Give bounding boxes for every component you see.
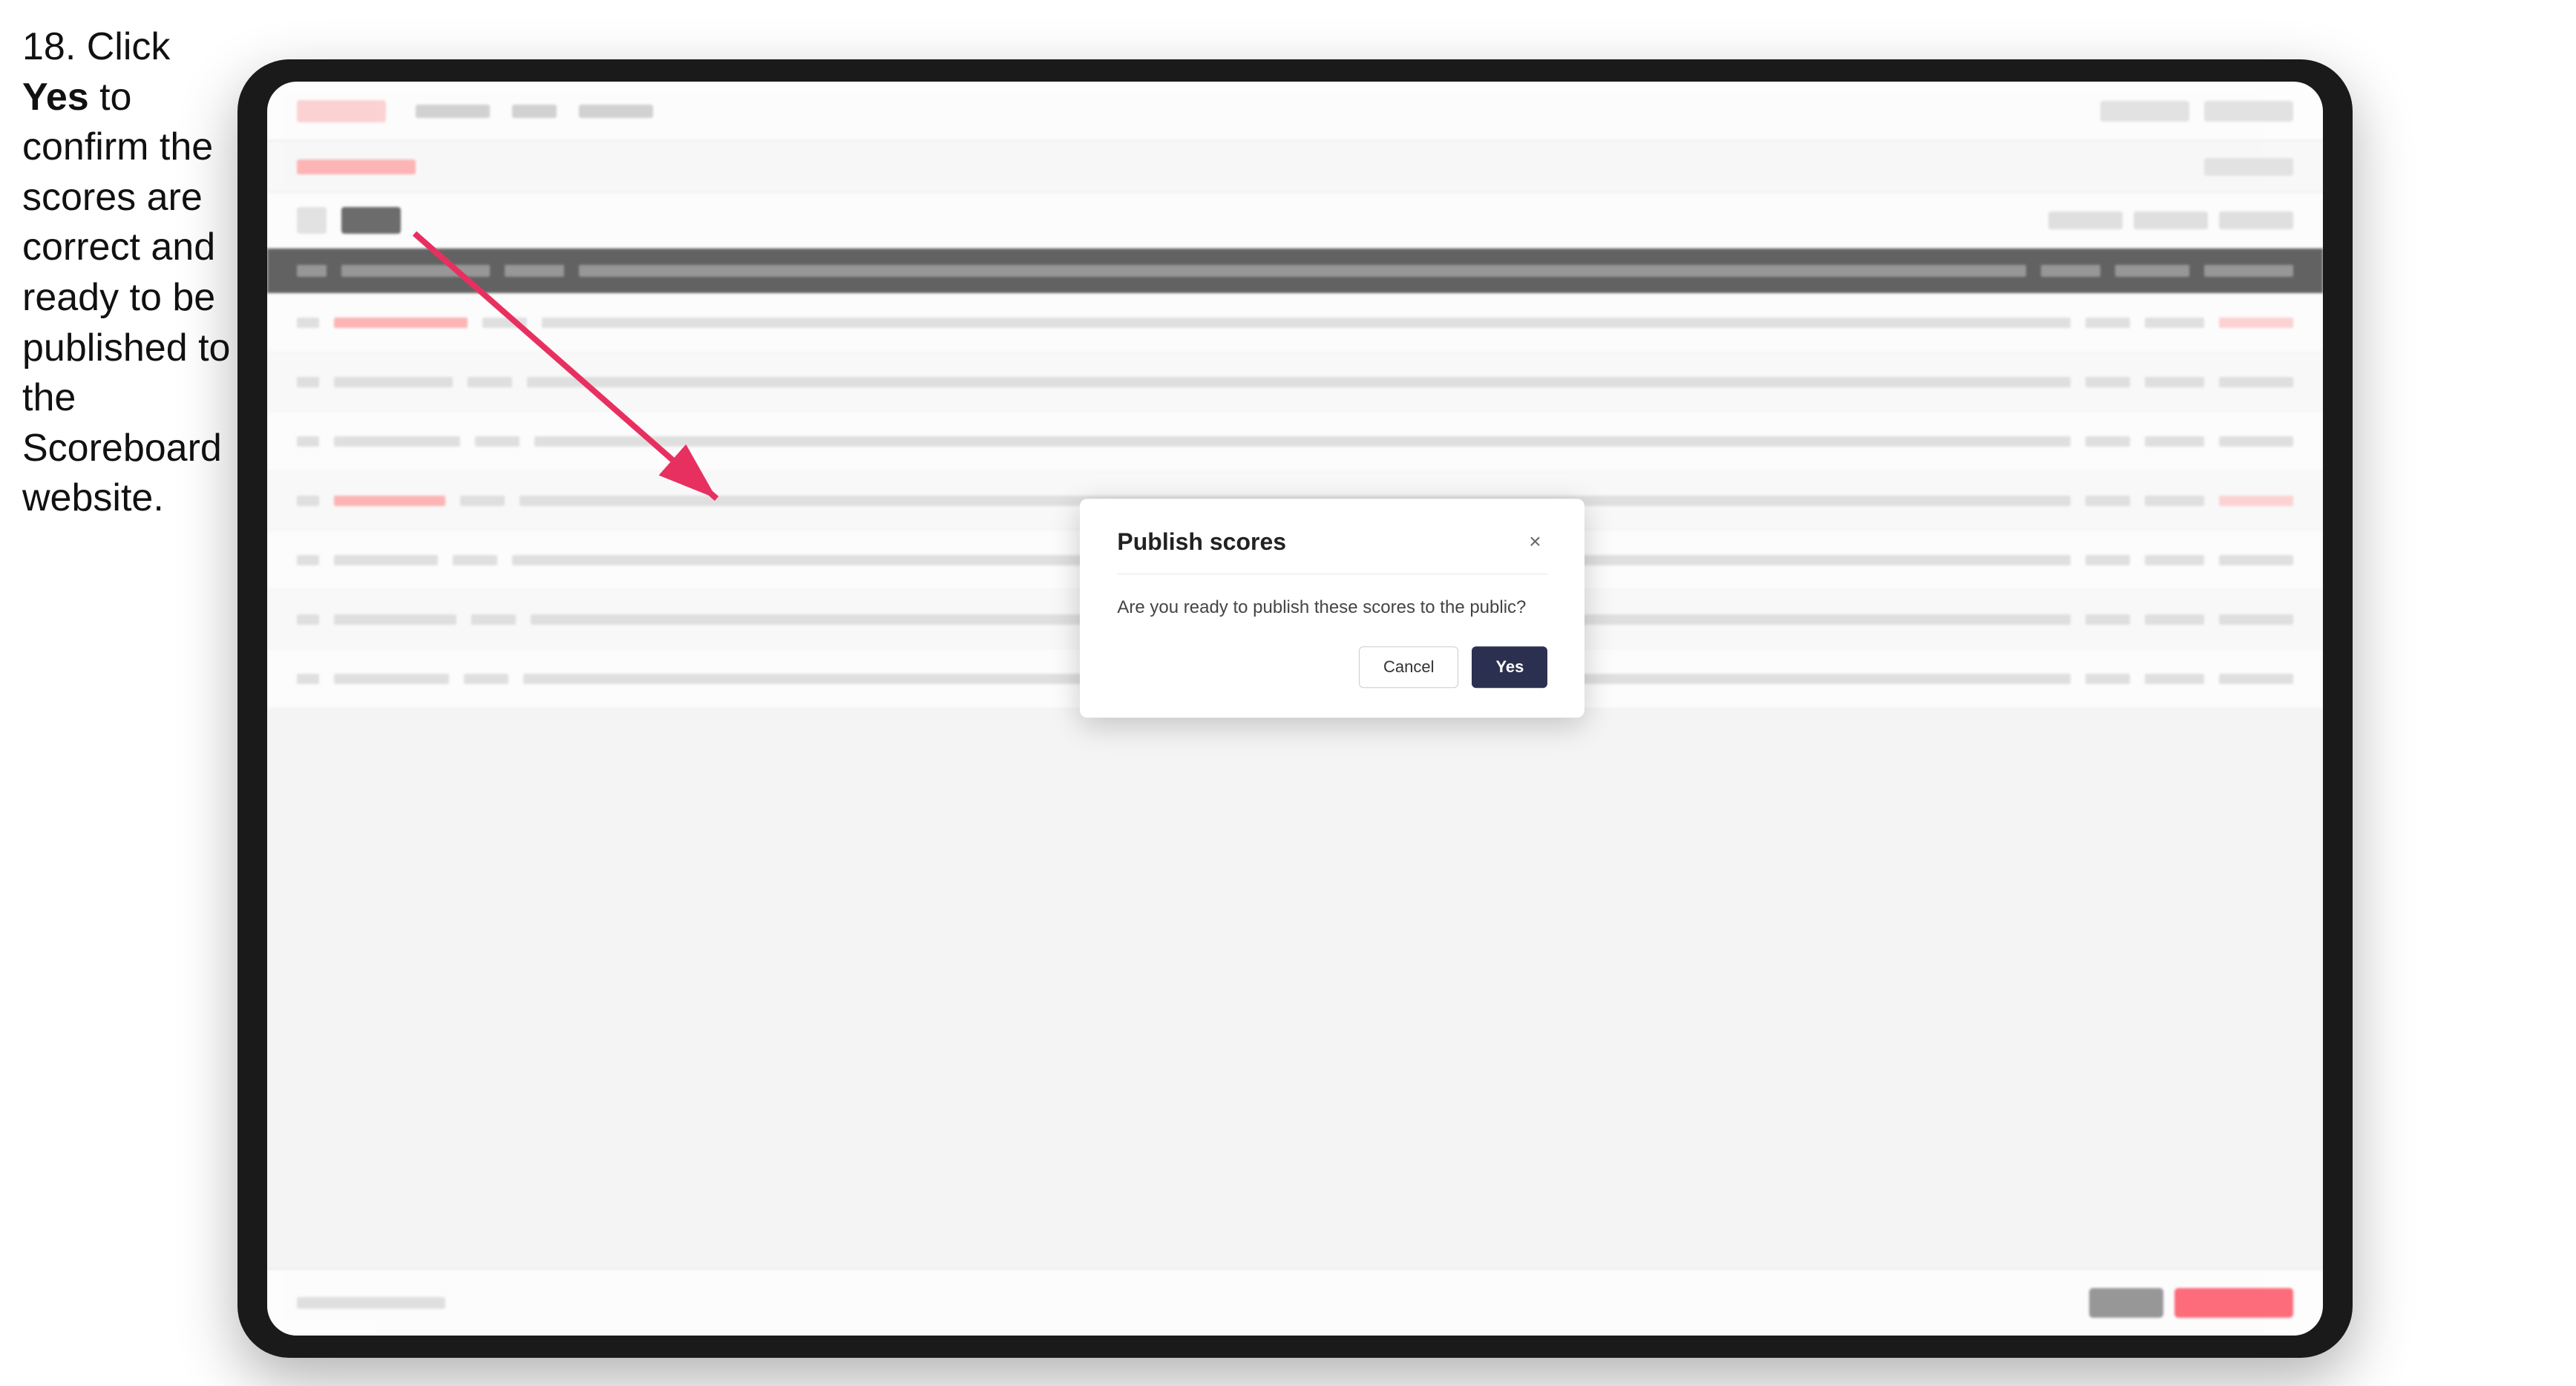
nav-item-1 xyxy=(416,105,490,118)
app-logo xyxy=(297,100,386,122)
dialog-title: Publish scores xyxy=(1117,528,1286,556)
step-number: 18. xyxy=(22,25,76,68)
instruction-suffix: to confirm the scores are correct and re… xyxy=(22,76,230,520)
tablet-screen: Publish scores × Are you ready to publis… xyxy=(267,82,2323,1336)
table-row xyxy=(267,352,2323,412)
publish-scores-dialog: Publish scores × Are you ready to publis… xyxy=(1080,499,1584,718)
header-btn-1 xyxy=(2100,101,2189,122)
th-col-7 xyxy=(2204,265,2293,277)
bottom-text xyxy=(297,1297,445,1309)
filter-right-2 xyxy=(2134,211,2208,229)
th-col-5 xyxy=(2041,265,2100,277)
th-col-2 xyxy=(341,265,490,277)
table-row xyxy=(267,412,2323,471)
bottom-bar xyxy=(267,1269,2323,1336)
table-row xyxy=(267,293,2323,352)
filter-btn-1 xyxy=(297,207,327,234)
sub-header-text xyxy=(297,160,416,174)
header-btn-2 xyxy=(2204,101,2293,122)
th-col-4 xyxy=(579,265,2026,277)
app-nav xyxy=(416,105,653,118)
th-col-6 xyxy=(2115,265,2189,277)
bottom-btn-primary xyxy=(2174,1288,2293,1318)
table-header xyxy=(267,249,2323,293)
bottom-right xyxy=(2089,1288,2293,1318)
filter-row xyxy=(267,193,2323,249)
nav-item-2 xyxy=(512,105,557,118)
filter-right-1 xyxy=(2048,211,2123,229)
th-col-1 xyxy=(297,265,327,277)
filter-right-3 xyxy=(2219,211,2293,229)
dialog-body: Are you ready to publish these scores to… xyxy=(1117,595,1547,620)
filter-btn-active xyxy=(341,207,401,234)
header-right xyxy=(2100,101,2293,122)
yes-button[interactable]: Yes xyxy=(1472,647,1547,689)
sub-header-right xyxy=(2204,158,2293,176)
filter-right xyxy=(2048,211,2293,229)
app-header xyxy=(267,82,2323,141)
nav-item-3 xyxy=(579,105,653,118)
bottom-btn-1 xyxy=(2089,1288,2163,1318)
instruction-text: 18. Click Yes to confirm the scores are … xyxy=(22,22,237,524)
th-col-3 xyxy=(505,265,564,277)
instruction-prefix: Click xyxy=(87,25,171,68)
dialog-header: Publish scores × xyxy=(1117,528,1547,556)
close-icon[interactable]: × xyxy=(1522,530,1547,555)
sub-header xyxy=(267,141,2323,193)
tablet-frame: Publish scores × Are you ready to publis… xyxy=(237,59,2353,1358)
dialog-footer: Cancel Yes xyxy=(1117,647,1547,689)
cancel-button[interactable]: Cancel xyxy=(1359,647,1458,689)
yes-emphasis: Yes xyxy=(22,76,89,119)
dialog-message: Are you ready to publish these scores to… xyxy=(1117,595,1547,620)
